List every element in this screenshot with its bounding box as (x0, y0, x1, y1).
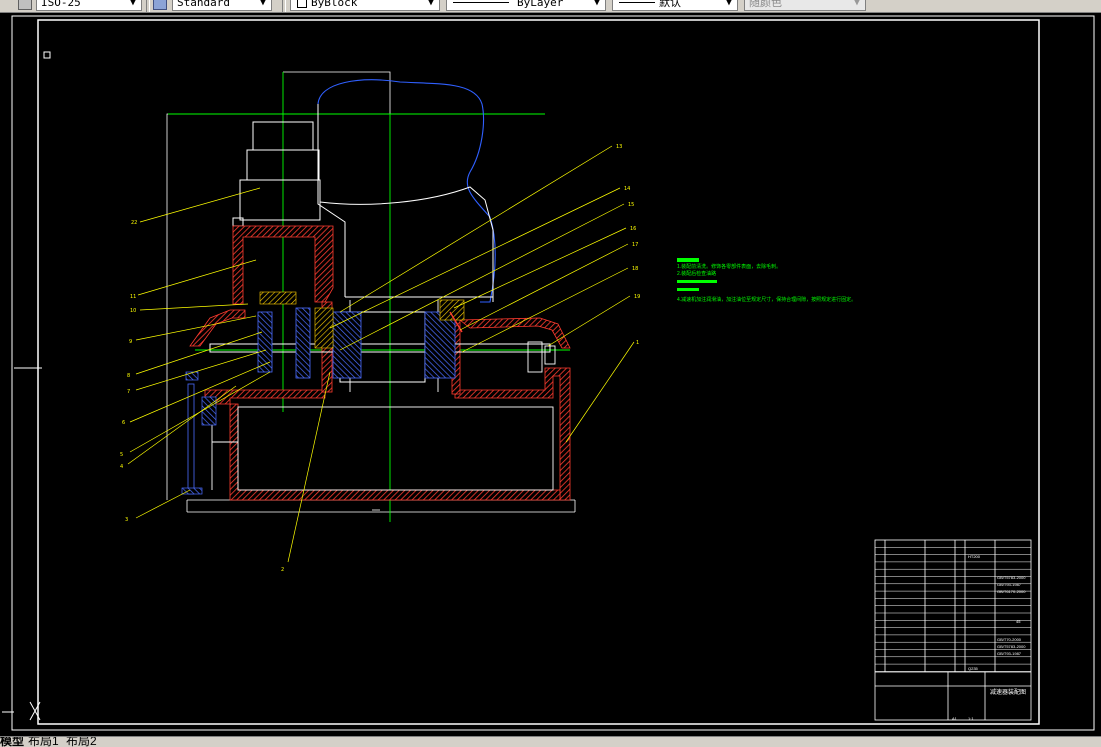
chevron-down-icon: ▼ (726, 0, 732, 8)
title-project: 减速器装配图 (990, 690, 1027, 696)
tab-model[interactable]: 模型 (0, 737, 24, 747)
dimstyle-value: ISO-25 (41, 0, 81, 9)
label-4: 4 (120, 464, 123, 470)
part-labels: 22 11 10 9 8 7 6 5 4 3 2 13 14 15 16 17 … (120, 144, 640, 573)
bom-code: GB/T93-1987 (997, 582, 1022, 587)
linetype-preview-icon (453, 2, 509, 3)
color-swatch-icon (297, 0, 307, 8)
plotstyle-label: 随颜色 (749, 0, 782, 9)
lineweight-preview-icon (619, 2, 655, 3)
textstyle-value: Standard (177, 0, 230, 9)
bom-misc: 45 (1016, 619, 1021, 624)
bom-code: GB/T93-1987 (997, 651, 1022, 656)
note-2: 2.装配后检查油路 (677, 271, 717, 277)
linetype-label: ByLayer (517, 0, 564, 9)
note-4: 4.减速机加注润滑油，加注油位至规定尺寸，保持合理间隙，按照规定进行固定。 (677, 297, 857, 303)
label-15: 15 (628, 202, 634, 208)
label-11: 11 (130, 294, 136, 300)
housing-section (189, 225, 571, 501)
dimstyle-select[interactable]: ISO-25 ▼ (36, 0, 142, 11)
bom-code: GB/T6170-2000 (997, 589, 1026, 594)
gears (257, 291, 465, 379)
dimension-style-icon[interactable] (18, 0, 32, 10)
layout-tabs: 模型 布局1 布局2 (0, 736, 1101, 747)
label-3: 3 (125, 517, 128, 523)
label-1: 1 (636, 340, 639, 346)
chevron-down-icon: ▼ (594, 0, 600, 8)
motor (232, 121, 321, 227)
label-19: 19 (634, 294, 640, 300)
bom-code: GB/T5783-2000 (997, 575, 1026, 580)
color-value: ByBlock (297, 0, 357, 10)
color-select[interactable]: ByBlock ▼ (290, 0, 440, 11)
bom-code: GB/T5783-2000 (997, 644, 1026, 649)
chevron-down-icon: ▼ (854, 0, 860, 8)
color-label: ByBlock (311, 0, 358, 9)
label-9: 9 (129, 339, 132, 345)
chevron-down-icon: ▼ (260, 0, 266, 8)
label-8: 8 (127, 373, 130, 379)
toolbar-separator (282, 0, 286, 12)
toolbar-separator (146, 0, 150, 12)
label-18: 18 (632, 266, 638, 272)
chevron-down-icon: ▼ (130, 0, 136, 8)
label-13: 13 (616, 144, 622, 150)
label-17: 17 (632, 242, 638, 248)
textstyle-select[interactable]: Standard ▼ (172, 0, 272, 11)
tab-layout2[interactable]: 布局2 (66, 737, 97, 747)
label-22: 22 (131, 220, 137, 226)
bom-misc: HT200 (968, 554, 981, 559)
title-scale: 1:1 (968, 716, 974, 721)
note-1: 1.装配前清洗。修饰各零部件表面，去除毛刺。 (677, 264, 782, 270)
drawing-canvas[interactable]: 22 11 10 9 8 7 6 5 4 3 2 13 14 15 16 17 … (0, 12, 1101, 736)
ucs-icon (2, 701, 41, 721)
label-16: 16 (630, 226, 636, 232)
label-10: 10 (130, 308, 136, 314)
reference-lines (166, 71, 576, 513)
linetype-select[interactable]: ByLayer ▼ (446, 0, 606, 11)
label-2: 2 (281, 567, 284, 573)
tab-layout1[interactable]: 布局1 (28, 737, 59, 747)
title-drawing-no: A1 (952, 716, 957, 721)
label-6: 6 (122, 420, 125, 426)
label-5: 5 (120, 452, 123, 458)
text-style-icon[interactable] (153, 0, 167, 10)
label-14: 14 (624, 186, 630, 192)
chevron-down-icon: ▼ (428, 0, 434, 8)
label-7: 7 (127, 389, 130, 395)
lineweight-label: 默认 (659, 0, 681, 9)
handle (527, 341, 556, 373)
plotstyle-select[interactable]: 随颜色 ▼ (744, 0, 866, 11)
bom-misc: Q235 (968, 666, 978, 671)
lineweight-select[interactable]: 默认 ▼ (612, 0, 738, 11)
bom-code: GB/T70-2000 (997, 637, 1022, 642)
